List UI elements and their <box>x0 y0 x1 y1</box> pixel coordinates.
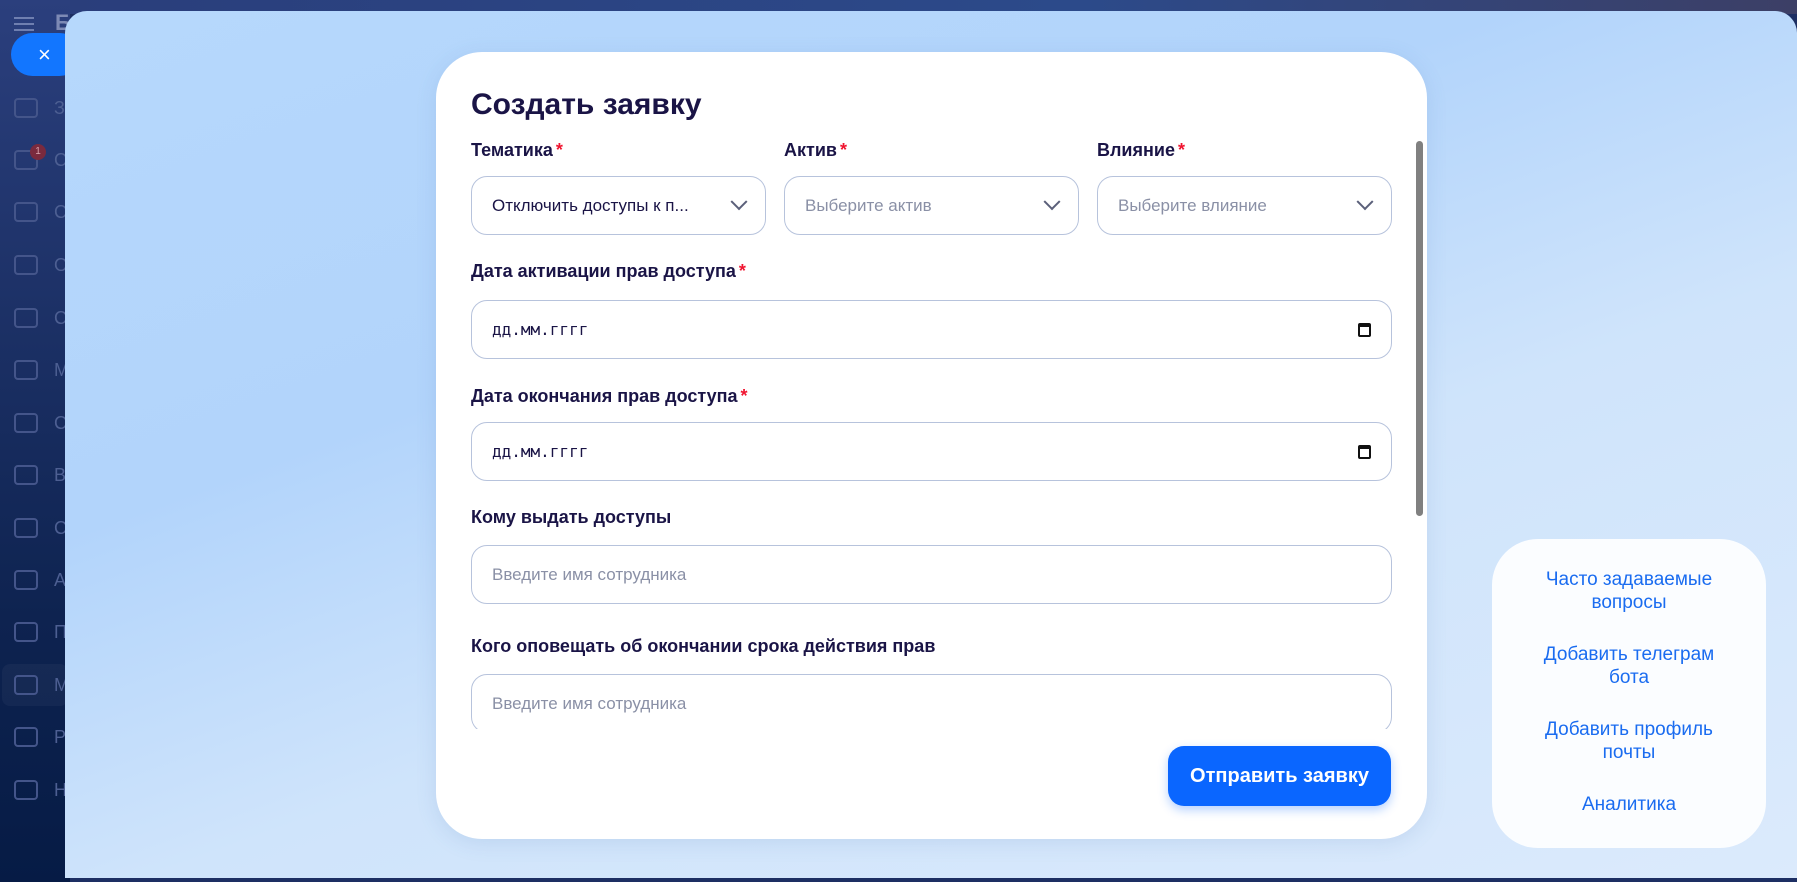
add-telegram-bot-link[interactable]: Добавить телеграм бота <box>1492 643 1766 689</box>
chevron-down-icon <box>1356 192 1374 210</box>
checkbox-icon <box>14 98 38 118</box>
calendar-icon[interactable] <box>1358 322 1371 337</box>
menu-icon[interactable] <box>14 17 34 31</box>
chevron-down-icon <box>730 192 748 210</box>
end-date-input[interactable]: дд.мм.гггг <box>471 422 1392 481</box>
target-icon <box>14 360 38 380</box>
form-scrollbar[interactable] <box>1416 141 1423 516</box>
sidebar: Б За1ССОСМСВСАПМРН <box>0 0 75 882</box>
topic-select[interactable]: Отключить доступы к п... <box>471 176 766 235</box>
notification-badge: 1 <box>30 144 46 160</box>
create-request-form: Создать заявку Тематика * Актив * Влияние *… <box>436 52 1427 839</box>
warehouse-icon <box>14 308 38 328</box>
faq-link[interactable]: Часто задаваемые вопросы <box>1492 568 1766 614</box>
side-links-panel: Часто задаваемые вопросы Добавить телегр… <box>1492 539 1766 848</box>
close-icon: × <box>38 42 51 67</box>
brand-icon <box>14 675 38 695</box>
start-date-label: Дата активации прав доступа * <box>471 261 746 281</box>
impact-select[interactable]: Выберите влияние <box>1097 176 1392 235</box>
chart-icon <box>14 465 38 485</box>
funnel-icon <box>14 202 38 222</box>
id-card-icon <box>14 518 38 538</box>
box-icon <box>14 622 38 642</box>
robot-icon <box>14 570 38 590</box>
notify-input[interactable]: Введите имя сотрудника <box>471 674 1392 729</box>
code-icon <box>14 727 38 747</box>
analytics-link[interactable]: Аналитика <box>1492 793 1766 816</box>
topic-label: Тематика * <box>471 140 563 160</box>
asset-select[interactable]: Выберите актив <box>784 176 1079 235</box>
end-date-label: Дата окончания прав доступа * <box>471 386 748 406</box>
grantee-input[interactable]: Введите имя сотрудника <box>471 545 1392 604</box>
notify-label: Кого оповещать об окончании срока действ… <box>471 636 936 656</box>
workflow-icon: 1 <box>14 144 46 170</box>
calendar-icon <box>14 255 38 275</box>
add-mail-profile-link[interactable]: Добавить профиль почты <box>1492 718 1766 764</box>
start-date-input[interactable]: дд.мм.гггг <box>471 300 1392 359</box>
cart-icon <box>14 413 38 433</box>
gear-icon <box>14 780 38 800</box>
asset-label: Актив * <box>784 140 847 160</box>
impact-label: Влияние * <box>1097 140 1185 160</box>
chevron-down-icon <box>1043 192 1061 210</box>
calendar-icon[interactable] <box>1358 444 1371 459</box>
submit-request-button[interactable]: Отправить заявку <box>1168 746 1391 806</box>
page-title: Создать заявку <box>471 88 702 121</box>
grantee-label: Кому выдать доступы <box>471 507 672 527</box>
